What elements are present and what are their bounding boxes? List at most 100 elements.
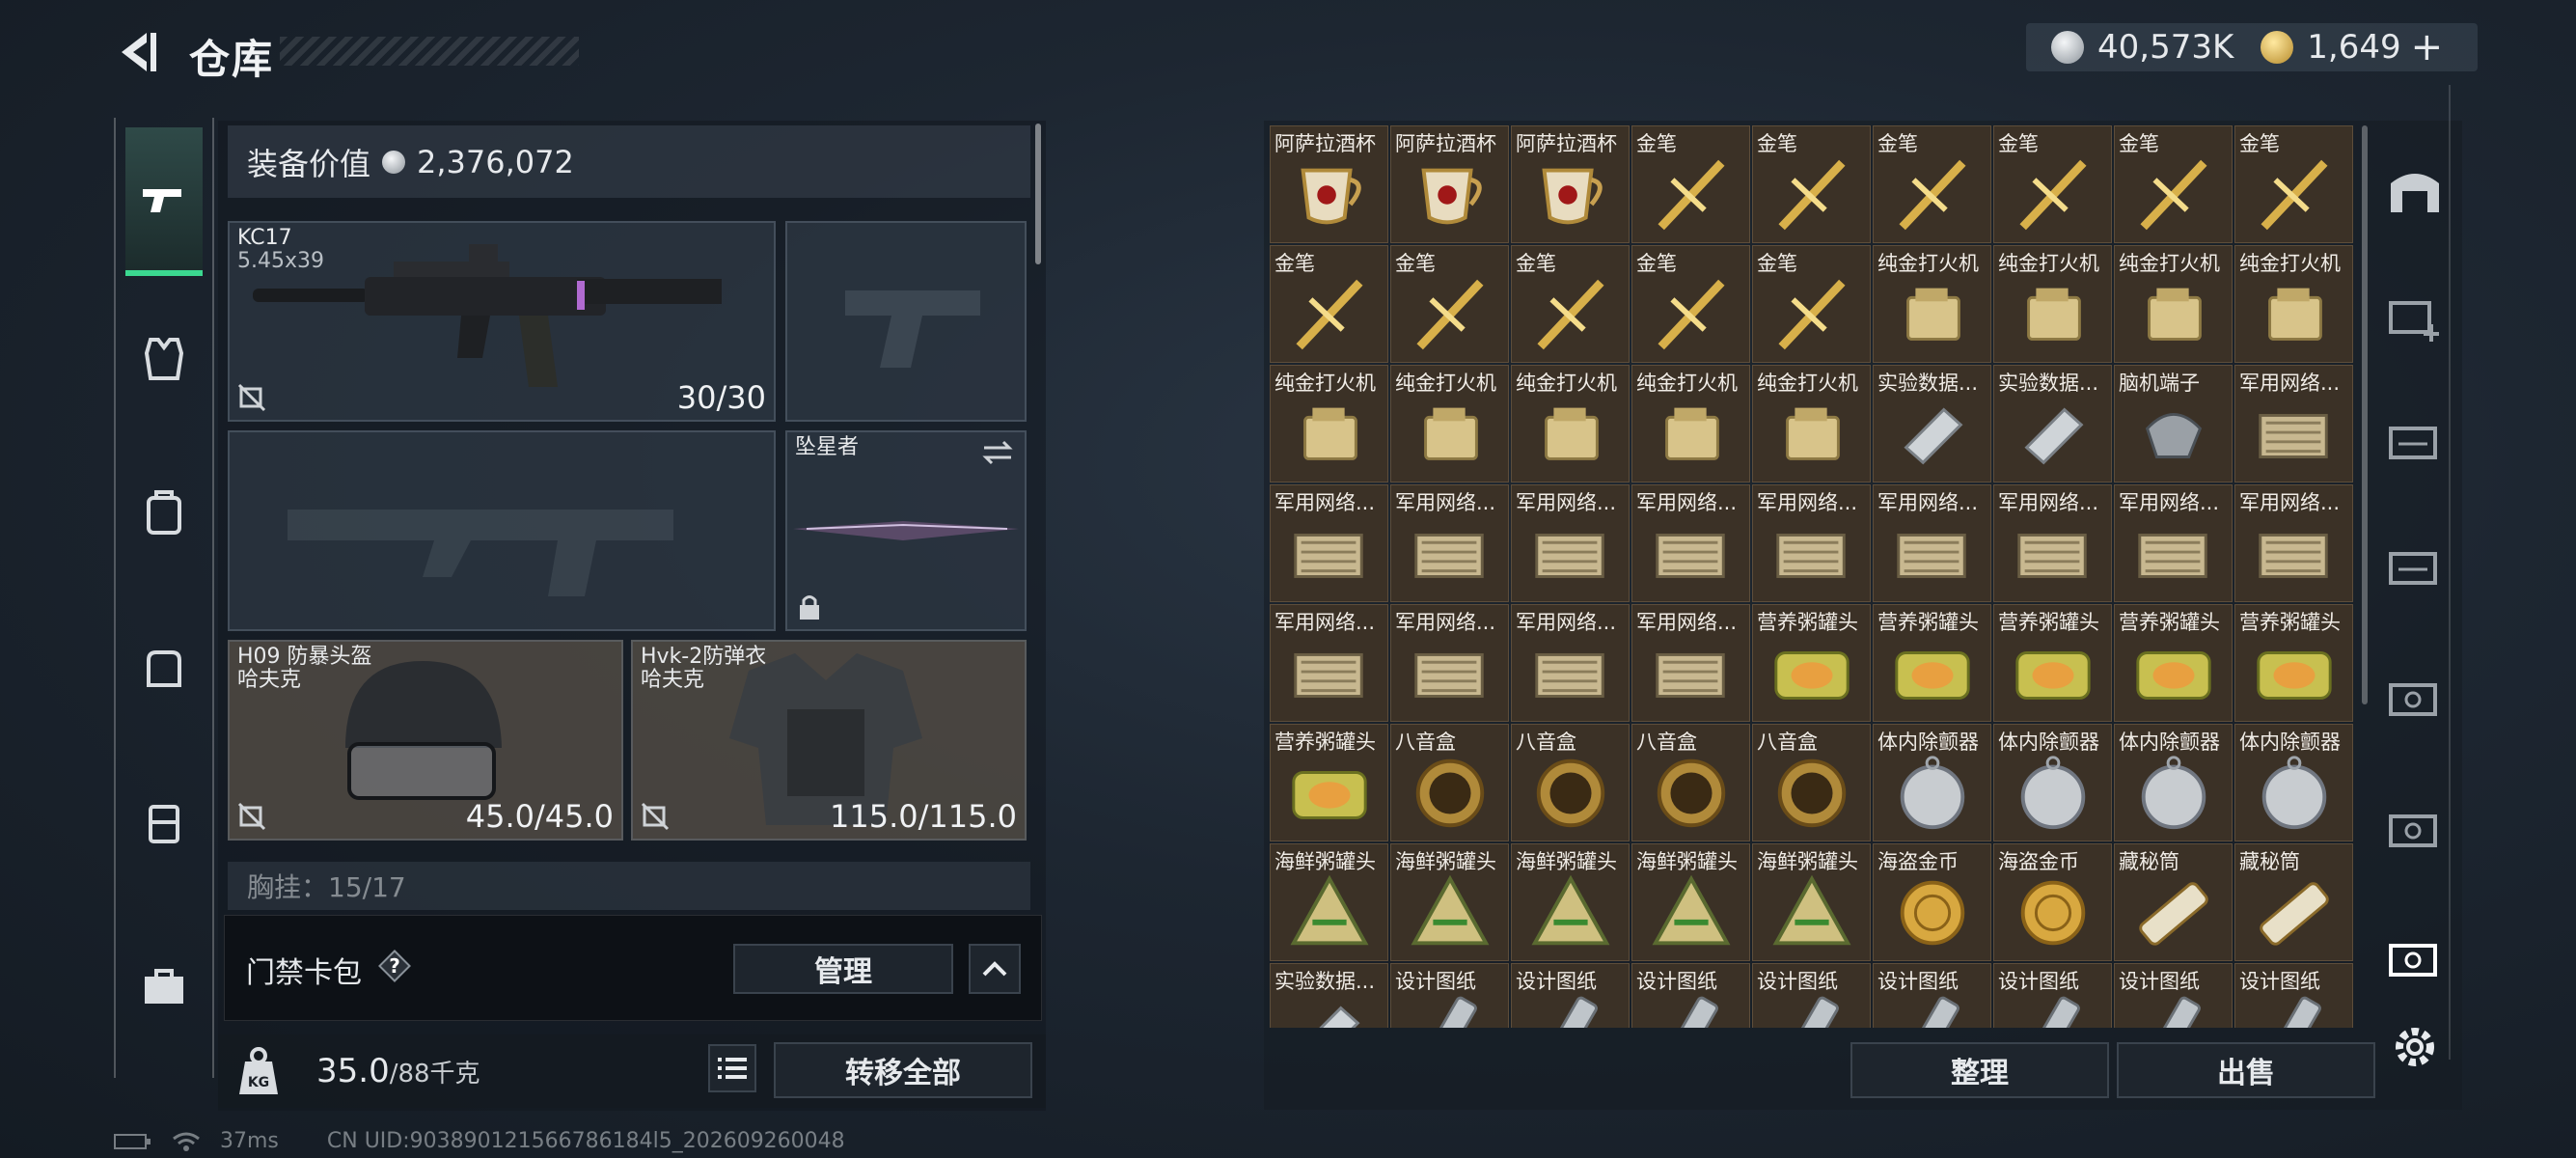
item-cell-gold-pen[interactable]: 金笔 [2114, 125, 2233, 243]
item-cell-nutrition-can[interactable]: 营养粥罐头 [1993, 604, 2112, 722]
item-cell-music-box[interactable]: 八音盒 [1631, 724, 1750, 841]
armor-slot[interactable]: Hvk-2防弹衣 哈夫克 115.0/115.0 [631, 640, 1027, 841]
nav-storage-1[interactable] [2381, 409, 2449, 477]
item-cell-gold-pen[interactable]: 金笔 [1631, 245, 1750, 363]
item-cell-gold-pen[interactable]: 金笔 [2234, 125, 2353, 243]
item-cell-nutrition-can[interactable]: 营养粥罐头 [1752, 604, 1871, 722]
nav-settings[interactable] [2381, 1013, 2449, 1081]
organize-button[interactable]: 整理 [1850, 1042, 2109, 1098]
nav-storage-2[interactable] [2381, 535, 2449, 602]
chest-rig-row[interactable]: 胸挂：15/17 [228, 862, 1030, 910]
item-cell-nutrition-can[interactable]: 营养粥罐头 [2114, 604, 2233, 722]
nav-storage-4[interactable] [2381, 797, 2449, 865]
item-cell-seafood-can[interactable]: 海鲜粥罐头 [1390, 843, 1509, 961]
item-cell-gold-lighter[interactable]: 纯金打火机 [2114, 245, 2233, 363]
item-cell-music-box[interactable]: 八音盒 [1752, 724, 1871, 841]
item-cell-gold-lighter[interactable]: 纯金打火机 [2234, 245, 2353, 363]
nav-add-storage[interactable] [2381, 284, 2449, 351]
helmet-slot[interactable]: H09 防暴头盔 哈夫克 45.0/45.0 [228, 640, 623, 841]
item-cell-nutrition-can[interactable]: 营养粥罐头 [2234, 604, 2353, 722]
collapse-button[interactable] [969, 944, 1021, 994]
item-cell-blueprint[interactable]: 设计图纸 [1511, 963, 1630, 1028]
item-cell-defibrillator[interactable]: 体内除颤器 [1993, 724, 2112, 841]
item-cell-military-network[interactable]: 军用网络... [2114, 484, 2233, 602]
item-cell-military-network[interactable]: 军用网络... [1993, 484, 2112, 602]
item-cell-gold-pen[interactable]: 金笔 [1752, 245, 1871, 363]
item-cell-seafood-can[interactable]: 海鲜粥罐头 [1511, 843, 1630, 961]
item-cell-military-network[interactable]: 军用网络... [1511, 484, 1630, 602]
item-cell-gold-lighter[interactable]: 纯金打火机 [1270, 365, 1388, 482]
item-cell-music-box[interactable]: 八音盒 [1390, 724, 1509, 841]
melee-slot[interactable]: 坠星者 [785, 430, 1027, 631]
item-cell-gold-pen[interactable]: 金笔 [1511, 245, 1630, 363]
item-cell-gold-pen[interactable]: 金笔 [1270, 245, 1388, 363]
item-cell-nutrition-can[interactable]: 营养粥罐头 [1873, 604, 1991, 722]
item-cell-gold-lighter[interactable]: 纯金打火机 [1631, 365, 1750, 482]
item-cell-pirate-coin[interactable]: 海盗金币 [1873, 843, 1991, 961]
nav-backpack[interactable] [125, 465, 203, 562]
item-cell-music-box[interactable]: 八音盒 [1511, 724, 1630, 841]
item-cell-gold-lighter[interactable]: 纯金打火机 [1390, 365, 1509, 482]
nav-toolbox[interactable] [125, 938, 203, 1034]
item-cell-gold-pen[interactable]: 金笔 [1631, 125, 1750, 243]
nav-safehouse[interactable] [2381, 156, 2449, 224]
item-cell-military-network[interactable]: 军用网络... [1752, 484, 1871, 602]
list-view-button[interactable] [708, 1044, 756, 1092]
item-cell-seafood-can[interactable]: 海鲜粥罐头 [1270, 843, 1388, 961]
item-cell-military-network[interactable]: 军用网络... [2234, 484, 2353, 602]
item-cell-blueprint[interactable]: 设计图纸 [1631, 963, 1750, 1028]
item-cell-military-network[interactable]: 军用网络... [1270, 484, 1388, 602]
back-icon[interactable] [114, 29, 160, 75]
item-cell-blueprint[interactable]: 设计图纸 [2234, 963, 2353, 1028]
nav-storage-5[interactable] [2381, 926, 2449, 994]
item-cell-defibrillator[interactable]: 体内除颤器 [1873, 724, 1991, 841]
item-cell-nutrition-can[interactable]: 营养粥罐头 [1270, 724, 1388, 841]
nav-bag[interactable] [125, 620, 203, 716]
add-currency-button[interactable]: + [2411, 25, 2444, 69]
item-cell-lab-data[interactable]: 实验数据... [1873, 365, 1991, 482]
nav-case[interactable] [125, 774, 203, 870]
item-cell-cryptex[interactable]: 藏秘筒 [2114, 843, 2233, 961]
item-cell-blueprint[interactable]: 设计图纸 [2114, 963, 2233, 1028]
pistol-slot[interactable] [785, 221, 1027, 422]
item-cell-gold-lighter[interactable]: 纯金打火机 [1511, 365, 1630, 482]
item-cell-gold-lighter[interactable]: 纯金打火机 [1752, 365, 1871, 482]
item-cell-blueprint[interactable]: 设计图纸 [1752, 963, 1871, 1028]
item-cell-seafood-can[interactable]: 海鲜粥罐头 [1752, 843, 1871, 961]
item-cell-military-network[interactable]: 军用网络... [1390, 604, 1509, 722]
sell-button[interactable]: 出售 [2117, 1042, 2375, 1098]
item-cell-military-network[interactable]: 军用网络... [1270, 604, 1388, 722]
item-cell-asala-cup[interactable]: 阿萨拉酒杯 [1511, 125, 1630, 243]
help-icon[interactable]: ? [378, 950, 411, 982]
item-cell-defibrillator[interactable]: 体内除颤器 [2234, 724, 2353, 841]
item-cell-gold-lighter[interactable]: 纯金打火机 [1873, 245, 1991, 363]
item-cell-cryptex[interactable]: 藏秘筒 [2234, 843, 2353, 961]
item-cell-pirate-coin[interactable]: 海盗金币 [1993, 843, 2112, 961]
nav-vest[interactable] [125, 311, 203, 407]
item-cell-military-network[interactable]: 军用网络... [1511, 604, 1630, 722]
item-cell-lab-data[interactable]: 实验数据... [1993, 365, 2112, 482]
item-cell-asala-cup[interactable]: 阿萨拉酒杯 [1270, 125, 1388, 243]
primary-weapon-slot[interactable]: KC17 5.45x39 30/30 [228, 221, 776, 422]
nav-weapons[interactable] [125, 127, 203, 276]
item-cell-military-network[interactable]: 军用网络... [2234, 365, 2353, 482]
item-cell-gold-lighter[interactable]: 纯金打火机 [1993, 245, 2112, 363]
item-cell-blueprint[interactable]: 设计图纸 [1993, 963, 2112, 1028]
item-cell-gold-pen[interactable]: 金笔 [1390, 245, 1509, 363]
item-cell-military-network[interactable]: 军用网络... [1390, 484, 1509, 602]
item-cell-gold-pen[interactable]: 金笔 [1752, 125, 1871, 243]
item-cell-lab-data[interactable]: 实验数据... [1270, 963, 1388, 1028]
item-cell-asala-cup[interactable]: 阿萨拉酒杯 [1390, 125, 1509, 243]
nav-storage-3[interactable] [2381, 666, 2449, 733]
item-cell-blueprint[interactable]: 设计图纸 [1873, 963, 1991, 1028]
item-cell-defibrillator[interactable]: 体内除颤器 [2114, 724, 2233, 841]
currency-bar[interactable]: 40,573K 1,649 + [2026, 23, 2478, 71]
item-cell-gold-pen[interactable]: 金笔 [1873, 125, 1991, 243]
item-cell-gold-pen[interactable]: 金笔 [1993, 125, 2112, 243]
item-cell-blueprint[interactable]: 设计图纸 [1390, 963, 1509, 1028]
item-cell-military-network[interactable]: 军用网络... [1631, 604, 1750, 722]
loadout-scrollbar[interactable] [1035, 124, 1041, 264]
secondary-weapon-slot[interactable] [228, 430, 776, 631]
item-cell-military-network[interactable]: 军用网络... [1873, 484, 1991, 602]
manage-button[interactable]: 管理 [733, 944, 953, 994]
